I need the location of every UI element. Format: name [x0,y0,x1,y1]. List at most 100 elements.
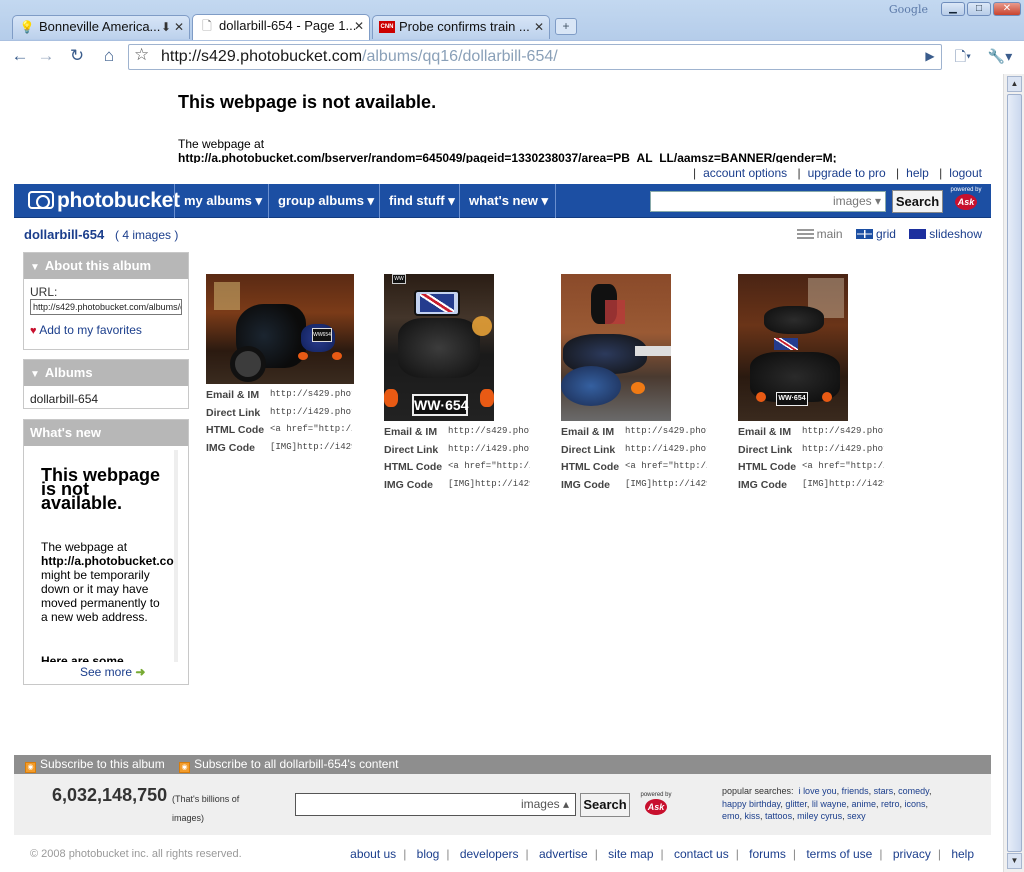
home-icon[interactable]: ⌂ [96,44,122,68]
footer-search-button[interactable]: Search [580,793,630,817]
tab-dollarbill[interactable]: 🗋 dollarbill-654 - Page 1... ✕ [192,14,370,40]
close-window-button[interactable]: ✕ [993,2,1021,16]
footer-search-input[interactable]: images ▴ [295,793,576,816]
reload-icon[interactable]: ↻ [64,44,90,68]
footer-link-help[interactable]: help [951,847,974,861]
tab-cnn[interactable]: CNN Probe confirms train ... ✕ [372,15,550,39]
img-code-field[interactable]: [IMG]http://i429.photobucket.com [270,442,352,452]
scroll-thumb[interactable] [1007,94,1022,852]
popular-link[interactable]: glitter [785,799,807,809]
forward-arrow-icon[interactable]: → [33,44,59,68]
page-menu-icon[interactable]: 🗋▾ [948,44,978,68]
error-frame-text: The webpage at http://a.photobucket.com/… [178,137,838,163]
view-grid[interactable]: grid [855,227,896,241]
html-code-field[interactable]: <a href="http://s429.photobucket.com [625,461,707,471]
direct-code-field[interactable]: http://i429.photobucket.com [802,444,884,454]
albums-item[interactable]: dollarbill-654 [30,392,98,406]
direct-code-field[interactable]: http://i429.photobucket.com [625,444,707,454]
direct-code-field[interactable]: http://i429.photobucket.com [270,407,352,417]
nav-find-stuff[interactable]: find stuff ▾ [379,184,459,218]
popular-link[interactable]: comedy [898,786,929,796]
popular-link[interactable]: emo [722,811,740,821]
footer-link-blog[interactable]: blog [417,847,440,861]
img-code-field[interactable]: [IMG]http://i429.photobucket.com [802,479,884,489]
album-title[interactable]: dollarbill-654 [24,227,104,242]
search-input[interactable]: images ▾ [650,191,886,212]
footer-search-select[interactable]: images ▴ [521,797,569,811]
help-link[interactable]: help [906,166,929,180]
albums-header[interactable]: ▼ Albums [24,360,188,386]
direct-code-field[interactable]: http://i429.photobucket.com [448,444,530,454]
photobucket-logo[interactable]: photobucket [28,190,180,212]
address-bar[interactable]: http://s429.photobucket.com/albums/qq16/… [128,44,942,70]
account-options-link[interactable]: account options [703,166,787,180]
footer-link-developers[interactable]: developers [460,847,519,861]
photo-thumbnail[interactable] [561,274,671,421]
popular-link[interactable]: kiss [745,811,761,821]
photo-thumbnail[interactable]: WW·654 [738,274,848,421]
popular-link[interactable]: miley cyrus [797,811,842,821]
popular-link[interactable]: tattoos [765,811,792,821]
logo-text: photobucket [57,189,180,212]
html-code-field[interactable]: <a href="http://s429.photobucket.com [448,461,530,471]
maximize-button[interactable]: □ [967,2,991,16]
nav-my-albums[interactable]: my albums ▾ [174,184,268,218]
email-code-field[interactable]: http://s429.photobucket.com [448,426,530,436]
about-album-header[interactable]: ▼ About this album [24,253,188,279]
wrench-menu-icon[interactable]: 🔧▾ [983,44,1017,68]
footer-link-about[interactable]: about us [350,847,396,861]
back-arrow-icon[interactable]: ← [7,44,33,68]
popular-link[interactable]: lil wayne [812,799,847,809]
go-arrow-icon[interactable]: ▶ [917,44,943,68]
nav-group-albums[interactable]: group albums ▾ [268,184,378,218]
popular-link[interactable]: sexy [847,811,866,821]
popular-link[interactable]: happy birthday [722,799,780,809]
popular-link[interactable]: anime [851,799,876,809]
img-code-field[interactable]: [IMG]http://i429.photobucket.com [625,479,707,489]
html-code-field[interactable]: <a href="http://s429.photobucket.com [802,461,884,471]
email-code-field[interactable]: http://s429.photobucket.com [270,389,352,399]
popular-link[interactable]: stars [874,786,894,796]
add-favorites-link[interactable]: ♥ Add to my favorites [30,323,142,337]
popular-link[interactable]: friends [842,786,869,796]
view-slideshow[interactable]: slideshow [909,227,982,241]
logout-link[interactable]: logout [949,166,982,180]
popular-link[interactable]: icons [905,799,926,809]
new-tab-button[interactable]: + [555,18,577,35]
popular-link[interactable]: retro [881,799,900,809]
html-code-field[interactable]: <a href="http://s429.photobucket.com [270,424,352,434]
nav-whats-new[interactable]: what's new ▾ [459,184,556,218]
email-code-field[interactable]: http://s429.photobucket.com [625,426,707,436]
tab-close-icon[interactable]: ✕ [534,16,544,38]
scroll-down-icon[interactable]: ▼ [1007,853,1022,869]
popular-link[interactable]: i love you [799,786,837,796]
footer-link-contact[interactable]: contact us [674,847,729,861]
footer-link-forums[interactable]: forums [749,847,786,861]
search-type-select[interactable]: images ▾ [833,194,881,208]
photo-thumbnail[interactable]: WW654 [206,274,354,384]
photo-codes: Email & IMhttp://s429.photobucket.com Di… [561,426,707,496]
bookmark-star-icon[interactable]: ☆ [134,45,149,65]
tab-close-icon[interactable]: ✕ [354,15,364,37]
footer-link-terms[interactable]: terms of use [806,847,872,861]
see-more-link[interactable]: See more ➜ [80,665,145,679]
search-button[interactable]: Search [892,190,943,213]
tab-bonneville[interactable]: 💡 Bonneville America... ⬇ ✕ [12,15,190,39]
subscribe-album-link[interactable]: Subscribe to this album [40,757,165,771]
footer-ask-badge[interactable]: powered by Ask [634,792,678,815]
footer-link-privacy[interactable]: privacy [893,847,931,861]
subscribe-all-link[interactable]: Subscribe to all dollarbill-654's conten… [194,757,398,771]
email-code-field[interactable]: http://s429.photobucket.com [802,426,884,436]
scroll-up-icon[interactable]: ▲ [1007,76,1022,92]
photo-thumbnail[interactable]: WW WW·654 [384,274,494,421]
view-main[interactable]: main [796,227,843,241]
ask-badge[interactable]: powered by Ask [946,187,986,210]
footer-link-advertise[interactable]: advertise [539,847,588,861]
tab-close-icon[interactable]: ✕ [174,16,184,38]
img-code-field[interactable]: [IMG]http://i429.photobucket.com [448,479,530,489]
upgrade-link[interactable]: upgrade to pro [808,166,886,180]
minimize-button[interactable]: ▁ [941,2,965,16]
footer-link-sitemap[interactable]: site map [608,847,653,861]
vertical-scrollbar[interactable]: ▲ ▼ [1003,74,1024,872]
album-url-field[interactable]: http://s429.photobucket.com/albums/qq16/… [30,299,182,315]
